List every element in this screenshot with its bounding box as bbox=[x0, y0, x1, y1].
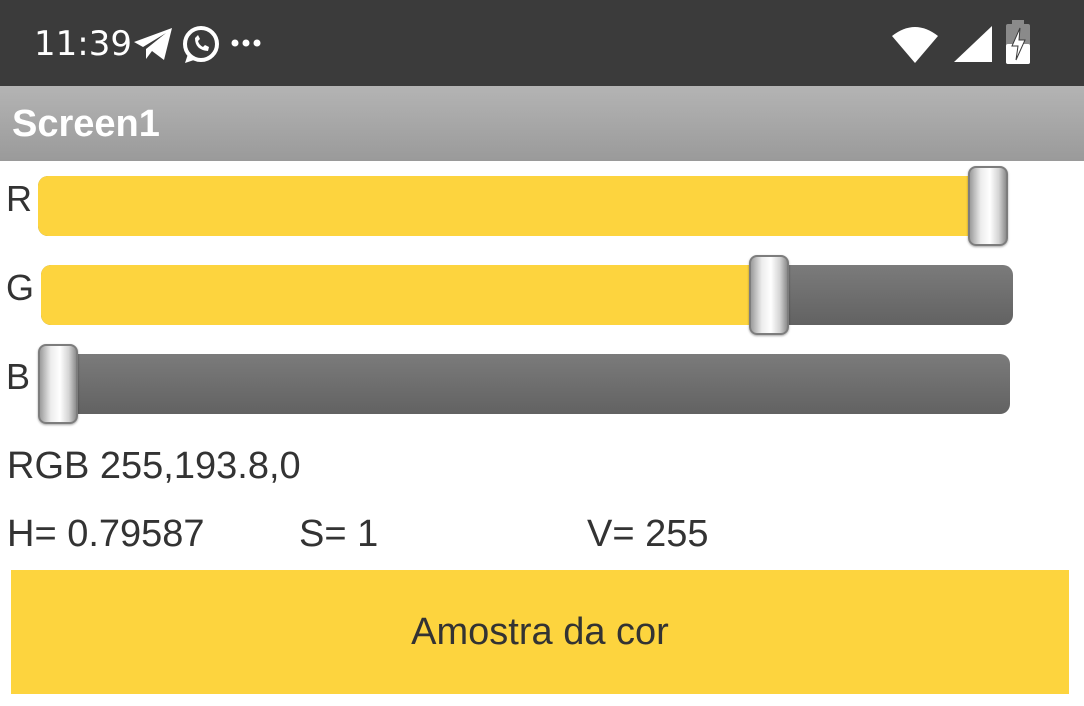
slider-g-track[interactable] bbox=[41, 265, 1013, 325]
slider-label-b: B bbox=[6, 356, 31, 397]
app-screen: 11:39 Screen1 R G B RGB 255,193.8,0 H= 0… bbox=[0, 0, 1084, 706]
screen-title: Screen1 bbox=[12, 103, 160, 145]
saturation-value-label: S= 1 bbox=[299, 513, 379, 555]
whatsapp-icon bbox=[183, 26, 219, 63]
slider-b[interactable] bbox=[38, 340, 1010, 426]
slider-b-thumb[interactable] bbox=[38, 344, 78, 424]
cellular-signal-icon bbox=[954, 26, 992, 62]
hue-value-label: H= 0.79587 bbox=[7, 513, 205, 555]
status-bar: 11:39 bbox=[0, 0, 1084, 86]
slider-label-r: R bbox=[6, 178, 32, 219]
slider-r[interactable] bbox=[38, 162, 1008, 248]
slider-r-track[interactable] bbox=[38, 176, 1008, 236]
color-sample-button[interactable]: Amostra da cor bbox=[11, 570, 1069, 694]
battery-charging-icon bbox=[1006, 20, 1030, 64]
wifi-icon bbox=[892, 27, 938, 63]
slider-b-track[interactable] bbox=[38, 354, 1010, 414]
slider-label-g: G bbox=[6, 267, 35, 308]
slider-g-thumb[interactable] bbox=[749, 255, 790, 335]
slider-g-fill bbox=[41, 265, 770, 325]
telegram-icon bbox=[134, 28, 172, 60]
slider-r-thumb[interactable] bbox=[968, 166, 1008, 246]
value-value-label: V= 255 bbox=[587, 513, 709, 555]
slider-g[interactable] bbox=[41, 251, 1013, 337]
title-bar: Screen1 bbox=[0, 86, 1084, 161]
slider-r-fill bbox=[38, 176, 988, 236]
more-notifications-icon bbox=[231, 39, 261, 47]
rgb-value-label: RGB 255,193.8,0 bbox=[7, 445, 301, 487]
status-time: 11:39 bbox=[34, 24, 132, 64]
